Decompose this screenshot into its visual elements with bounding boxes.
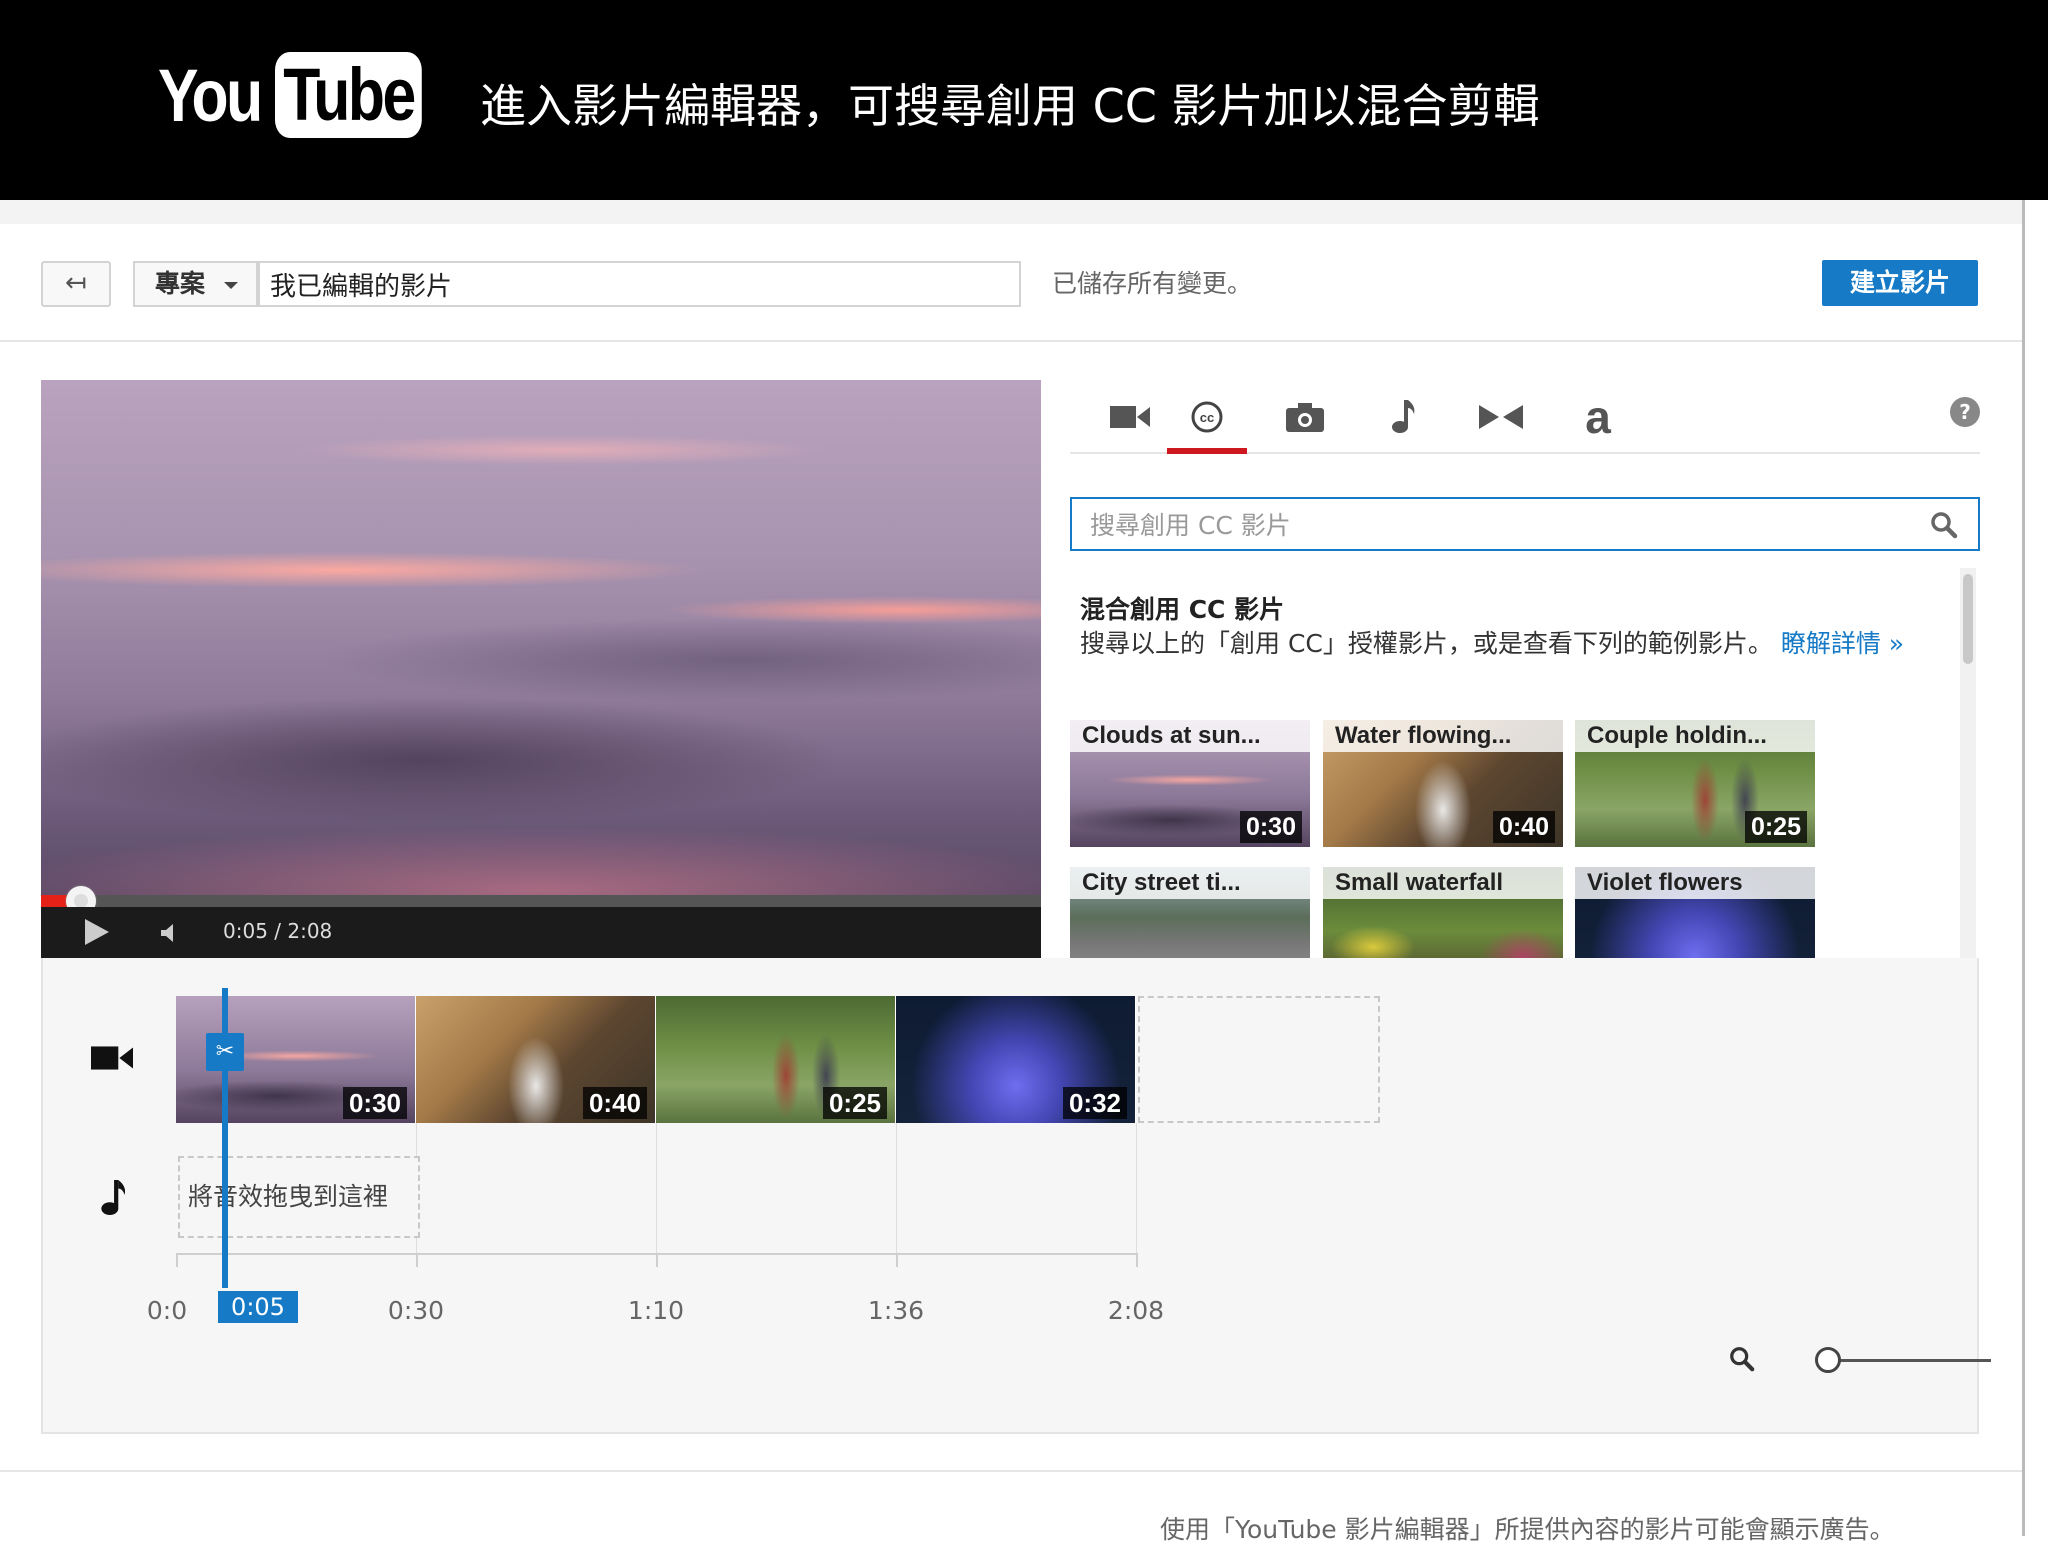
tab-text[interactable]: a	[1558, 382, 1638, 452]
project-label: 專案	[155, 269, 206, 298]
cc-video-thumbnail[interactable]: Small waterfall	[1323, 867, 1563, 958]
music-note-icon	[1392, 400, 1415, 433]
audio-track-icon	[101, 1180, 126, 1215]
zoom-slider-track[interactable]	[1823, 1359, 1991, 1362]
cc-description: 搜尋以上的「創用 CC」授權影片，或是查看下列的範例影片。 瞭解詳情 »	[1080, 625, 1940, 663]
youtube-logo: You Tube	[158, 52, 455, 138]
editor-toolbar: ↤ 專案 已儲存所有變更。 建立影片	[0, 224, 2022, 342]
video-player[interactable]: 0:05 / 2:08	[41, 380, 1041, 958]
video-drop-zone[interactable]	[1138, 996, 1380, 1123]
audio-drop-zone[interactable]: 將音效拖曳到這裡	[178, 1156, 420, 1238]
caret-down-icon	[224, 282, 238, 289]
video-title-input[interactable]	[258, 261, 1021, 307]
footer-divider	[0, 1470, 2022, 1472]
volume-icon[interactable]	[159, 921, 183, 945]
text-icon: a	[1585, 391, 1611, 443]
playhead-time: 0:05	[218, 1291, 298, 1323]
clip-duration: 0:32	[1062, 1087, 1127, 1119]
timeline-clip[interactable]: 0:25	[656, 996, 896, 1123]
timeline-clip[interactable]: 0:32	[896, 996, 1136, 1123]
tab-transitions[interactable]	[1461, 382, 1541, 452]
video-frame	[41, 380, 1041, 958]
svg-text:cc: cc	[1200, 410, 1214, 425]
ruler-tick	[656, 1253, 658, 1267]
video-title: Clouds at sun...	[1070, 720, 1310, 752]
project-menu-button[interactable]: 專案	[133, 261, 258, 307]
clip-duration: 0:30	[342, 1087, 407, 1119]
saved-status: 已儲存所有變更。	[1052, 269, 1253, 298]
ruler-label: 1:10	[627, 1296, 685, 1325]
ruler-label: 0:0	[146, 1296, 188, 1325]
ruler-label: 0:30	[387, 1296, 445, 1325]
tab-video[interactable]	[1090, 382, 1170, 452]
video-duration: 0:25	[1744, 811, 1807, 843]
player-controls: 0:05 / 2:08	[41, 907, 1041, 958]
zoom-icon	[1730, 1347, 1755, 1372]
media-tabs: cc a ?	[1070, 372, 1980, 454]
tab-photos[interactable]	[1265, 382, 1345, 452]
ruler-label: 2:08	[1107, 1296, 1165, 1325]
back-button[interactable]: ↤	[41, 261, 111, 307]
ruler-tick	[416, 1253, 418, 1267]
clip-duration: 0:25	[822, 1087, 887, 1119]
cc-video-thumbnail[interactable]: Water flowing... 0:40	[1323, 720, 1563, 847]
scrollbar-thumb[interactable]	[1963, 574, 1973, 664]
cc-search-box[interactable]	[1070, 497, 1980, 551]
time-display: 0:05 / 2:08	[223, 919, 333, 943]
photo-camera-icon	[1286, 403, 1324, 432]
banner-title: 進入影片編輯器，可搜尋創用 CC 影片加以混合剪輯	[480, 79, 1540, 133]
lane-divider	[896, 1123, 897, 1255]
progress-bar[interactable]	[41, 886, 1041, 916]
cc-search-input[interactable]	[1090, 507, 1890, 543]
tab-audio[interactable]	[1363, 382, 1443, 452]
clip-duration: 0:40	[582, 1087, 647, 1119]
ruler-label: 1:36	[867, 1296, 925, 1325]
cc-video-thumbnail[interactable]: City street ti...	[1070, 867, 1310, 958]
logo-tube: Tube	[275, 52, 423, 138]
zoom-slider-handle[interactable]	[1815, 1347, 1841, 1373]
video-duration: 0:40	[1492, 811, 1555, 843]
cc-results-panel: 混合創用 CC 影片 搜尋以上的「創用 CC」授權影片，或是查看下列的範例影片。…	[1070, 568, 1980, 958]
creative-commons-icon: cc	[1191, 401, 1223, 433]
footer-note: 使用「YouTube 影片編輯器」所提供內容的影片可能會顯示廣告。	[1160, 1515, 1895, 1544]
lane-divider	[1136, 1123, 1137, 1255]
video-title: City street ti...	[1070, 867, 1310, 899]
header-banner: You Tube 進入影片編輯器，可搜尋創用 CC 影片加以混合剪輯	[0, 0, 2048, 200]
lane-divider	[656, 1123, 657, 1255]
top-band	[0, 200, 2022, 224]
timeline-clip[interactable]: 0:40	[416, 996, 656, 1123]
video-camera-icon	[1110, 406, 1150, 428]
cc-video-thumbnail[interactable]: Clouds at sun... 0:30	[1070, 720, 1310, 847]
cc-description-text: 搜尋以上的「創用 CC」授權影片，或是查看下列的範例影片。	[1080, 629, 1773, 658]
play-icon[interactable]	[85, 919, 109, 945]
cc-panel-scrollbar[interactable]	[1960, 568, 1976, 958]
split-scissors-icon[interactable]: ✂	[206, 1033, 244, 1071]
video-title: Couple holdin...	[1575, 720, 1815, 752]
cc-video-thumbnail[interactable]: Violet flowers	[1575, 867, 1815, 958]
tab-creative-commons[interactable]: cc	[1167, 382, 1247, 454]
video-title: Small waterfall	[1323, 867, 1563, 899]
page-scrollbar[interactable]	[2022, 200, 2048, 1536]
ruler-tick	[1136, 1253, 1138, 1267]
ruler-tick	[896, 1253, 898, 1267]
help-icon[interactable]: ?	[1950, 397, 1980, 427]
transitions-icon	[1479, 405, 1523, 429]
learn-more-link[interactable]: 瞭解詳情 »	[1781, 629, 1904, 658]
cc-video-thumbnail[interactable]: Couple holdin... 0:25	[1575, 720, 1815, 847]
video-title: Water flowing...	[1323, 720, 1563, 752]
search-icon[interactable]	[1930, 511, 1958, 539]
cc-heading: 混合創用 CC 影片	[1080, 595, 1285, 624]
ruler-tick	[176, 1253, 178, 1267]
create-video-button[interactable]: 建立影片	[1822, 260, 1978, 306]
video-duration: 0:30	[1239, 811, 1302, 843]
logo-you: You	[158, 53, 263, 137]
timeline: 0:30 0:40 0:25 0:32 將音效拖曳到這裡 0:0 0:30 1:…	[41, 958, 1991, 1434]
video-title: Violet flowers	[1575, 867, 1815, 899]
video-track-icon	[91, 1046, 133, 1070]
